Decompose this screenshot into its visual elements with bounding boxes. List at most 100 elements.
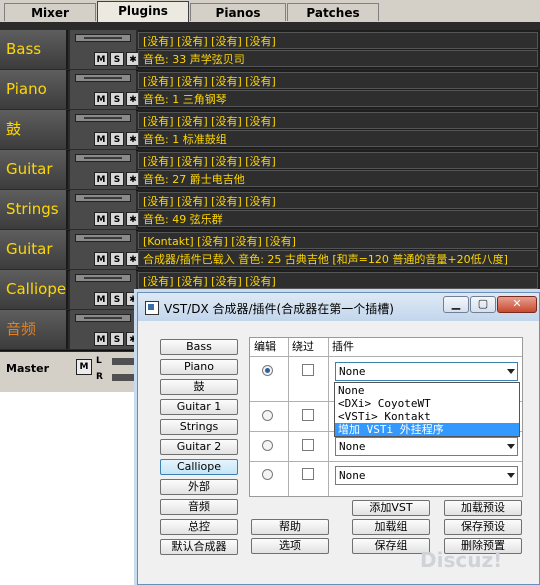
mute-button[interactable]: M	[94, 252, 108, 266]
volume-fader[interactable]	[75, 74, 131, 82]
plugin-slots-text[interactable]: [没有] [没有] [没有] [没有]	[138, 272, 538, 289]
dropdown-option[interactable]: <VSTi> Kontakt	[335, 410, 519, 423]
volume-fader[interactable]	[75, 154, 131, 162]
track-name[interactable]: Bass	[0, 30, 68, 69]
track-name[interactable]: Guitar 1	[0, 150, 68, 217]
track-controls: M S ✱	[70, 310, 140, 349]
plugin-slots-text[interactable]: [没有] [没有] [没有] [没有]	[138, 72, 538, 89]
patch-text[interactable]: 音色: 49 弦乐群	[138, 210, 538, 227]
track-button-piano[interactable]: Piano	[160, 359, 238, 375]
volume-fader[interactable]	[75, 114, 131, 122]
track-name[interactable]: Strings	[0, 190, 68, 229]
patch-text[interactable]: 音色: 1 标准鼓组	[138, 130, 538, 147]
edit-radio[interactable]	[262, 440, 273, 451]
mute-button[interactable]: M	[94, 212, 108, 226]
track-button-audio[interactable]: 音频	[160, 499, 238, 515]
patch-text[interactable]: 音色: 1 三角钢琴	[138, 90, 538, 107]
solo-button[interactable]: S	[110, 132, 124, 146]
track-row: Piano M S ✱ [没有] [没有] [没有] [没有] 音色: 1 三角…	[0, 70, 540, 111]
bypass-checkbox[interactable]	[302, 468, 314, 480]
track-controls: M S ✱	[70, 150, 140, 189]
add-vst-button[interactable]: 添加VST	[352, 500, 430, 516]
dropdown-option[interactable]: None	[335, 384, 519, 397]
solo-button[interactable]: S	[110, 292, 124, 306]
plugin-slots-text[interactable]: [没有] [没有] [没有] [没有]	[138, 32, 538, 49]
mute-button[interactable]: M	[94, 132, 108, 146]
track-button-master[interactable]: 总控	[160, 519, 238, 535]
dialog-titlebar[interactable]: VST/DX 合成器/插件(合成器在第一个插槽) ▁ ▢ ✕	[138, 293, 539, 321]
track-button-strings[interactable]: Strings	[160, 419, 238, 435]
mute-button[interactable]: M	[94, 52, 108, 66]
track-name[interactable]: Calliope	[0, 270, 68, 309]
volume-fader[interactable]	[75, 274, 131, 282]
edit-radio[interactable]	[262, 365, 273, 376]
mute-button[interactable]: M	[94, 92, 108, 106]
mute-button[interactable]: M	[94, 332, 108, 346]
solo-button[interactable]: S	[110, 172, 124, 186]
patch-text[interactable]: 合成器/插件已载入 音色: 25 古典吉他 [和声=120 普通的音量+20低八…	[138, 250, 538, 267]
track-button-bass[interactable]: Bass	[160, 339, 238, 355]
plugin-slots-text[interactable]: [没有] [没有] [没有] [没有]	[138, 112, 538, 129]
solo-button[interactable]: S	[110, 52, 124, 66]
default-synth-button[interactable]: 默认合成器	[160, 539, 238, 555]
track-name[interactable]: 音频	[0, 310, 68, 349]
track-plugin-info: [没有] [没有] [没有] [没有] 音色: 27 爵士电吉他	[138, 150, 540, 189]
plugin-select[interactable]: None	[335, 362, 518, 381]
tab-plugins[interactable]: Plugins	[97, 1, 189, 22]
edit-radio[interactable]	[262, 410, 273, 421]
plugin-slots-text[interactable]: [Kontakt] [没有] [没有] [没有]	[138, 232, 538, 249]
track-controls: M S ✱	[70, 110, 140, 149]
volume-fader[interactable]	[75, 194, 131, 202]
bypass-checkbox[interactable]	[302, 409, 314, 421]
patch-text[interactable]: 音色: 33 声学弦贝司	[138, 50, 538, 67]
master-mute-button[interactable]: M	[76, 359, 92, 375]
mute-button[interactable]: M	[94, 172, 108, 186]
track-row: Strings M S ✱ [没有] [没有] [没有] [没有] 音色: 49…	[0, 190, 540, 231]
edit-column-header: 编辑	[254, 340, 276, 353]
tab-mixer[interactable]: Mixer	[4, 3, 96, 21]
track-button-guitar-2[interactable]: Guitar 2	[160, 439, 238, 455]
bypass-column-header: 绕过	[292, 340, 314, 353]
solo-button[interactable]: S	[110, 252, 124, 266]
track-button-guitar-1[interactable]: Guitar 1	[160, 399, 238, 415]
plugin-slots-text[interactable]: [没有] [没有] [没有] [没有]	[138, 152, 538, 169]
solo-button[interactable]: S	[110, 212, 124, 226]
load-preset-button[interactable]: 加载预设	[444, 500, 522, 516]
track-button-external[interactable]: 外部	[160, 479, 238, 495]
track-name[interactable]: 鼓	[0, 110, 68, 149]
track-plugin-info: [没有] [没有] [没有] [没有] 音色: 1 三角钢琴	[138, 70, 540, 109]
patch-text[interactable]: 音色: 27 爵士电吉他	[138, 170, 538, 187]
mute-button[interactable]: M	[94, 292, 108, 306]
plugin-select[interactable]: None	[335, 466, 518, 485]
help-button[interactable]: 帮助	[251, 519, 329, 535]
edit-radio[interactable]	[262, 469, 273, 480]
save-group-button[interactable]: 保存组	[352, 538, 430, 554]
load-group-button[interactable]: 加载组	[352, 519, 430, 535]
chevron-down-icon	[507, 473, 515, 478]
plugin-select[interactable]: None	[335, 437, 518, 456]
track-name[interactable]: Guitar 2	[0, 230, 68, 297]
maximize-icon[interactable]: ▢	[470, 296, 496, 313]
track-name[interactable]: Piano	[0, 70, 68, 109]
close-icon[interactable]: ✕	[497, 296, 537, 313]
volume-fader[interactable]	[75, 34, 131, 42]
volume-fader[interactable]	[75, 314, 131, 322]
volume-fader[interactable]	[75, 234, 131, 242]
dropdown-option[interactable]: <DXi> CoyoteWT	[335, 397, 519, 410]
bypass-checkbox[interactable]	[302, 364, 314, 376]
tab-patches[interactable]: Patches	[287, 3, 379, 21]
options-button[interactable]: 选项	[251, 538, 329, 554]
bypass-checkbox[interactable]	[302, 439, 314, 451]
plugin-slots-text[interactable]: [没有] [没有] [没有] [没有]	[138, 192, 538, 209]
dropdown-option[interactable]: 增加 VSTi 外挂程序	[335, 423, 519, 436]
minimize-icon[interactable]: ▁	[443, 296, 469, 313]
tab-pianos[interactable]: Pianos	[190, 3, 286, 21]
save-preset-button[interactable]: 保存预设	[444, 519, 522, 535]
window-icon	[145, 301, 159, 315]
track-controls: M S ✱	[70, 190, 140, 229]
solo-button[interactable]: S	[110, 92, 124, 106]
track-plugin-info: [Kontakt] [没有] [没有] [没有] 合成器/插件已载入 音色: 2…	[138, 230, 540, 269]
track-button-drums[interactable]: 鼓	[160, 379, 238, 395]
track-button-calliope[interactable]: Calliope	[160, 459, 238, 475]
solo-button[interactable]: S	[110, 332, 124, 346]
